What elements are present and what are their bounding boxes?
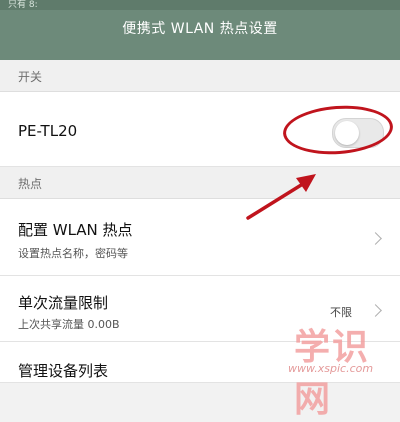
watermark-url: www.xspic.com xyxy=(288,362,374,375)
manage-devices-label: 管理设备列表 xyxy=(18,362,109,380)
hotspot-name-label: PE-TL20 xyxy=(18,122,78,140)
page-title: 便携式 WLAN 热点设置 xyxy=(122,21,278,37)
title-bar: 只有 8: 便携式 WLAN 热点设置 xyxy=(0,0,400,60)
section-label-switch: 开关 xyxy=(18,70,43,84)
config-wlan-label: 配置 WLAN 热点 xyxy=(18,221,133,239)
traffic-limit-sub: 上次共享流量 0.00B xyxy=(18,318,120,331)
section-header-switch: 开关 xyxy=(0,60,400,92)
config-wlan-hotspot-row[interactable]: 配置 WLAN 热点 设置热点名称，密码等 xyxy=(0,199,400,276)
section-header-hotspot: 热点 xyxy=(0,167,400,199)
section-label-hotspot: 热点 xyxy=(18,177,43,191)
red-arrow-icon xyxy=(246,174,316,220)
status-bar: 只有 8: xyxy=(0,0,400,10)
watermark: 学识网 www.xspic.com xyxy=(282,318,400,420)
chevron-right-icon xyxy=(369,232,382,245)
status-text: 只有 8: xyxy=(8,0,38,10)
chevron-right-icon xyxy=(369,304,382,317)
traffic-limit-label: 单次流量限制 xyxy=(18,294,109,312)
config-wlan-sub: 设置热点名称，密码等 xyxy=(18,247,128,260)
